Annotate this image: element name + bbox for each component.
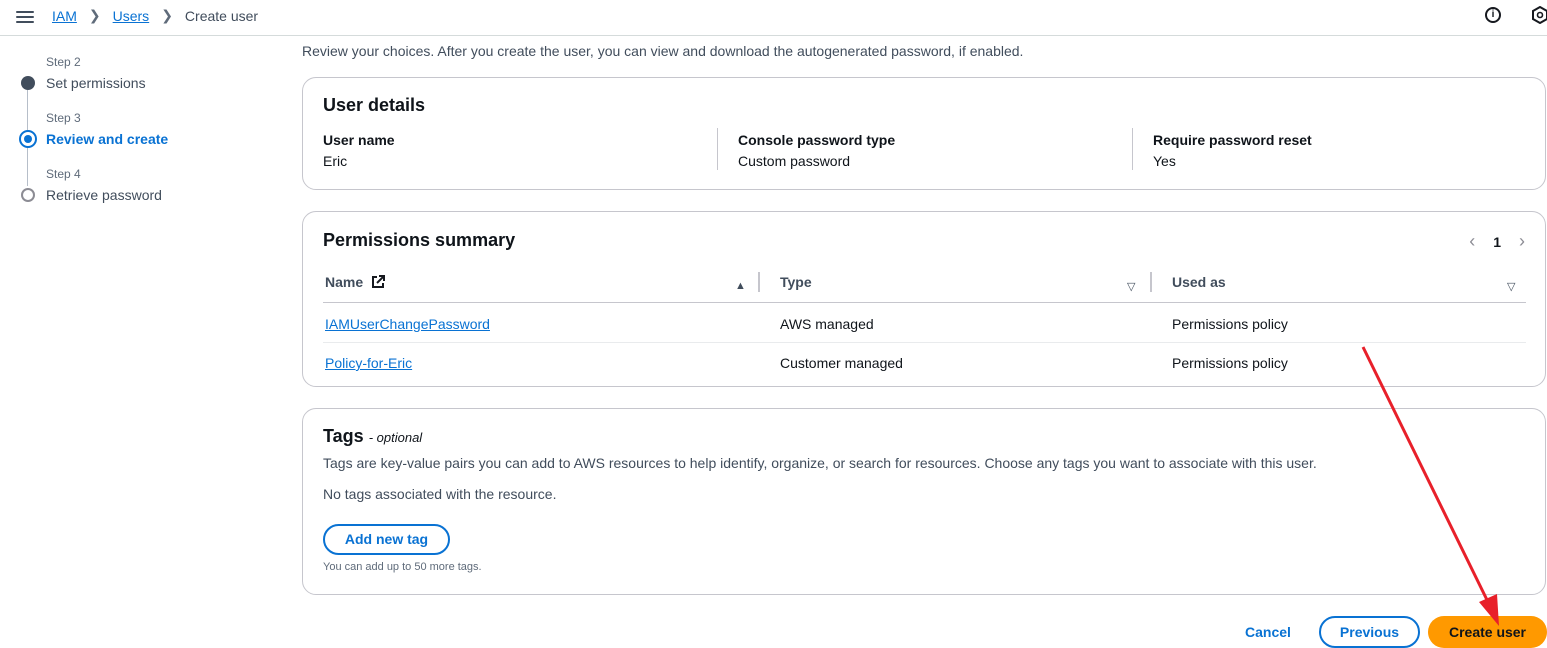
field-label: Console password type — [738, 132, 896, 148]
pagination: ‹ 1 › — [1469, 231, 1525, 252]
chevron-left-icon[interactable]: ‹ — [1469, 231, 1475, 252]
step-active-dot — [19, 130, 37, 148]
step-pending-dot — [21, 188, 35, 202]
hexagon-icon[interactable] — [1531, 6, 1547, 24]
column-header-used-as[interactable]: Used as — [1172, 274, 1226, 290]
menu-icon[interactable] — [16, 8, 34, 26]
step-4: Step 4 Retrieve password — [46, 167, 162, 203]
policy-type: Customer managed — [780, 355, 903, 371]
table-header-divider — [323, 302, 1526, 303]
column-header-label: Name — [325, 274, 364, 290]
external-link-icon — [372, 275, 386, 288]
step-number: Step 2 — [46, 55, 81, 69]
divider — [717, 128, 718, 170]
breadcrumb: IAM ❯ Users ❯ Create user — [52, 7, 258, 24]
tags-title: Tags — [323, 426, 364, 446]
step-label: Review and create — [46, 131, 169, 147]
user-name-field: User name Eric — [323, 132, 718, 169]
add-new-tag-button[interactable]: Add new tag — [323, 524, 450, 555]
step-connector — [27, 90, 28, 130]
step-label: Retrieve password — [46, 187, 162, 203]
page-number[interactable]: 1 — [1493, 234, 1501, 250]
policy-type: AWS managed — [780, 316, 874, 332]
permissions-summary-card: Permissions summary ‹ 1 › Name ▲ Type ▽ … — [302, 211, 1546, 387]
chevron-right-icon: ❯ — [161, 7, 173, 23]
step-2[interactable]: Step 2 Set permissions — [46, 55, 146, 91]
column-header-type[interactable]: Type — [780, 274, 812, 290]
step-label[interactable]: Set permissions — [46, 75, 146, 91]
chevron-right-icon: ❯ — [88, 7, 101, 23]
top-bar: IAM ❯ Users ❯ Create user i — [0, 0, 1547, 36]
policy-used-as: Permissions policy — [1172, 316, 1288, 332]
field-value: Custom password — [738, 153, 851, 169]
step-number: Step 4 — [46, 167, 81, 181]
sort-ascending-icon[interactable]: ▲ — [735, 280, 746, 292]
card-title: Permissions summary — [323, 230, 516, 250]
cancel-button[interactable]: Cancel — [1245, 624, 1291, 640]
tags-description: Tags are key-value pairs you can add to … — [323, 455, 1317, 471]
user-details-card: User details User name Eric Console pass… — [302, 77, 1546, 190]
step-number: Step 3 — [46, 111, 81, 125]
card-title: User details — [323, 95, 426, 115]
tags-hint: You can add up to 50 more tags. — [323, 561, 482, 573]
column-divider[interactable] — [1150, 272, 1152, 292]
password-type-field: Console password type Custom password — [738, 132, 1133, 169]
chevron-right-icon[interactable]: › — [1519, 231, 1525, 252]
intro-text: Review your choices. After you create th… — [302, 43, 1024, 59]
create-user-button[interactable]: Create user — [1428, 616, 1547, 648]
divider — [1132, 128, 1133, 170]
field-label: User name — [323, 132, 395, 148]
sort-descending-icon[interactable]: ▽ — [1507, 280, 1515, 293]
previous-button[interactable]: Previous — [1319, 616, 1420, 648]
step-active-inner — [24, 135, 32, 143]
breadcrumb-current: Create user — [184, 7, 259, 24]
breadcrumb-iam[interactable]: IAM — [52, 8, 77, 24]
row-divider — [323, 342, 1526, 343]
field-value: Eric — [323, 153, 348, 169]
sort-descending-icon[interactable]: ▽ — [1127, 280, 1135, 293]
field-value: Yes — [1153, 153, 1176, 169]
policy-used-as: Permissions policy — [1172, 355, 1288, 371]
tags-empty-text: No tags associated with the resource. — [323, 486, 557, 502]
policy-link[interactable]: IAMUserChangePassword — [325, 316, 490, 332]
password-reset-field: Require password reset Yes — [1153, 132, 1547, 169]
step-3[interactable]: Step 3 Review and create — [46, 111, 168, 147]
tags-card: Tags - optional Tags are key-value pairs… — [302, 408, 1546, 595]
policy-link[interactable]: Policy-for-Eric — [325, 355, 412, 371]
card-title: Tags - optional — [323, 426, 422, 447]
step-complete-dot — [21, 76, 35, 90]
optional-label: - optional — [368, 430, 423, 445]
column-divider[interactable] — [758, 272, 760, 292]
column-header-name[interactable]: Name — [325, 274, 386, 290]
breadcrumb-users[interactable]: Users — [113, 8, 150, 24]
info-icon[interactable]: i — [1485, 7, 1501, 23]
field-label: Require password reset — [1153, 132, 1312, 148]
step-connector — [27, 146, 28, 186]
